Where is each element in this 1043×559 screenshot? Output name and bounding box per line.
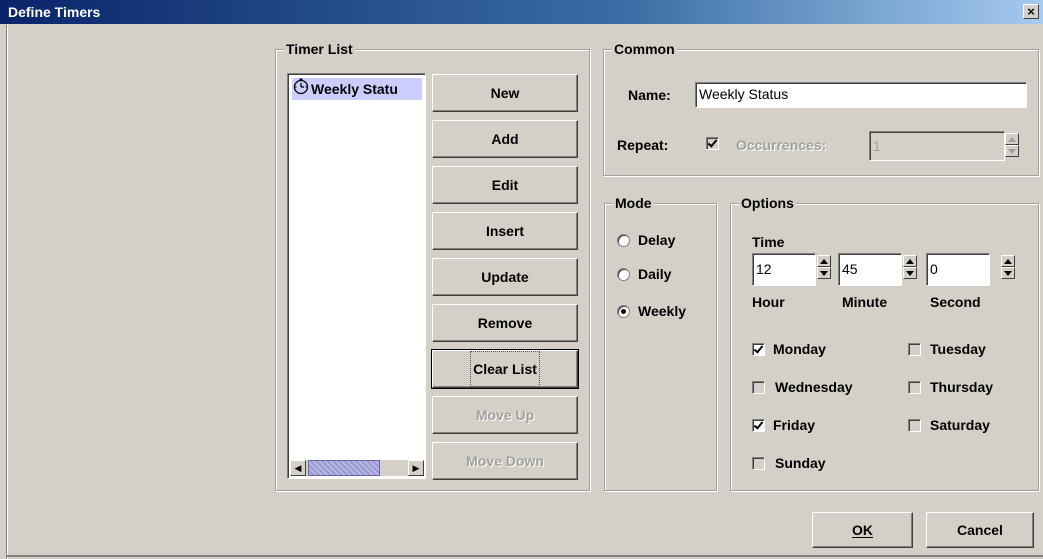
- tuesday-label: Tuesday: [930, 341, 986, 357]
- tuesday-checkbox[interactable]: [908, 343, 921, 356]
- new-button[interactable]: New: [432, 74, 578, 112]
- mode-legend: Mode: [613, 195, 654, 211]
- close-button[interactable]: ×: [1023, 4, 1039, 19]
- window-title: Define Timers: [8, 4, 101, 20]
- wednesday-checkbox[interactable]: [752, 381, 765, 394]
- scroll-right-button[interactable]: ▶: [408, 460, 424, 476]
- add-button-label: Add: [491, 131, 519, 147]
- insert-button-label: Insert: [485, 223, 525, 239]
- minute-up-button[interactable]: [903, 255, 917, 267]
- second-label: Second: [930, 294, 981, 310]
- window-title-bar: Define Timers ×: [0, 0, 1043, 24]
- horizontal-scrollbar[interactable]: ◀ ▶: [290, 460, 424, 476]
- occurrences-spinner[interactable]: [1005, 133, 1019, 158]
- mode-daily-label: Daily: [638, 266, 672, 282]
- move-up-button[interactable]: Move Up: [432, 396, 578, 434]
- occurrences-up-button[interactable]: [1005, 133, 1019, 145]
- monday-checkbox[interactable]: [752, 343, 765, 356]
- window-border: [6, 25, 8, 559]
- second-spinner[interactable]: [1001, 255, 1015, 283]
- mode-weekly-label: Weekly: [638, 303, 686, 319]
- minute-input[interactable]: 45: [838, 253, 902, 286]
- occurrences-down-button[interactable]: [1005, 145, 1019, 157]
- update-button[interactable]: Update: [432, 258, 578, 296]
- friday-label: Friday: [773, 417, 816, 433]
- update-button-label: Update: [481, 269, 529, 285]
- list-item[interactable]: Weekly Statu: [292, 78, 422, 100]
- ok-button-label: OK: [852, 522, 873, 538]
- name-input[interactable]: Weekly Status: [695, 82, 1027, 108]
- wednesday-label: Wednesday: [775, 379, 853, 395]
- timer-icon: [292, 78, 310, 100]
- timer-listbox[interactable]: Weekly Statu ◀ ▶: [287, 73, 426, 479]
- mode-delay-radio[interactable]: [617, 234, 630, 247]
- cancel-button[interactable]: Cancel: [926, 512, 1034, 548]
- edit-button-label: Edit: [491, 177, 519, 193]
- scroll-thumb[interactable]: [308, 460, 380, 476]
- hour-label: Hour: [752, 294, 785, 310]
- move-up-button-label: Move Up: [475, 407, 535, 423]
- insert-button[interactable]: Insert: [432, 212, 578, 250]
- saturday-label: Saturday: [930, 417, 990, 433]
- hour-input[interactable]: 12: [752, 253, 816, 286]
- second-input[interactable]: 0: [926, 253, 990, 286]
- sunday-label: Sunday: [775, 455, 826, 471]
- add-button[interactable]: Add: [432, 120, 578, 158]
- second-up-button[interactable]: [1001, 255, 1015, 267]
- common-legend: Common: [612, 41, 677, 57]
- window-border-bottom: [6, 555, 1043, 557]
- monday-label: Monday: [773, 341, 826, 357]
- new-button-label: New: [490, 85, 520, 101]
- remove-button[interactable]: Remove: [432, 304, 578, 342]
- minute-down-button[interactable]: [903, 267, 917, 279]
- occurrences-label: Occurrences:: [736, 137, 827, 153]
- scroll-left-button[interactable]: ◀: [290, 460, 306, 476]
- repeat-checkbox[interactable]: [706, 137, 719, 150]
- move-down-button[interactable]: Move Down: [432, 442, 578, 480]
- ok-button[interactable]: OK: [812, 512, 913, 548]
- thursday-checkbox[interactable]: [908, 381, 921, 394]
- hour-spinner[interactable]: [817, 255, 831, 283]
- minute-spinner[interactable]: [903, 255, 917, 283]
- hour-down-button[interactable]: [817, 267, 831, 279]
- timer-list-legend: Timer List: [284, 41, 355, 57]
- minute-label: Minute: [842, 294, 888, 310]
- clear-list-button-label: Clear List: [470, 351, 540, 387]
- remove-button-label: Remove: [477, 315, 533, 331]
- name-label: Name:: [628, 87, 671, 103]
- time-label: Time: [752, 234, 785, 250]
- thursday-label: Thursday: [930, 379, 994, 395]
- occurrences-input[interactable]: 1: [869, 131, 1005, 161]
- edit-button[interactable]: Edit: [432, 166, 578, 204]
- mode-weekly-radio[interactable]: [617, 305, 630, 318]
- repeat-label: Repeat:: [617, 137, 669, 153]
- sunday-checkbox[interactable]: [752, 457, 765, 470]
- hour-up-button[interactable]: [817, 255, 831, 267]
- mode-delay-label: Delay: [638, 232, 676, 248]
- friday-checkbox[interactable]: [752, 419, 765, 432]
- clear-list-button[interactable]: Clear List: [431, 349, 579, 389]
- options-legend: Options: [739, 195, 796, 211]
- move-down-button-label: Move Down: [466, 453, 544, 469]
- saturday-checkbox[interactable]: [908, 419, 921, 432]
- list-item-label: Weekly Statu: [311, 81, 398, 97]
- cancel-button-label: Cancel: [957, 522, 1003, 538]
- second-down-button[interactable]: [1001, 267, 1015, 279]
- mode-daily-radio[interactable]: [617, 268, 630, 281]
